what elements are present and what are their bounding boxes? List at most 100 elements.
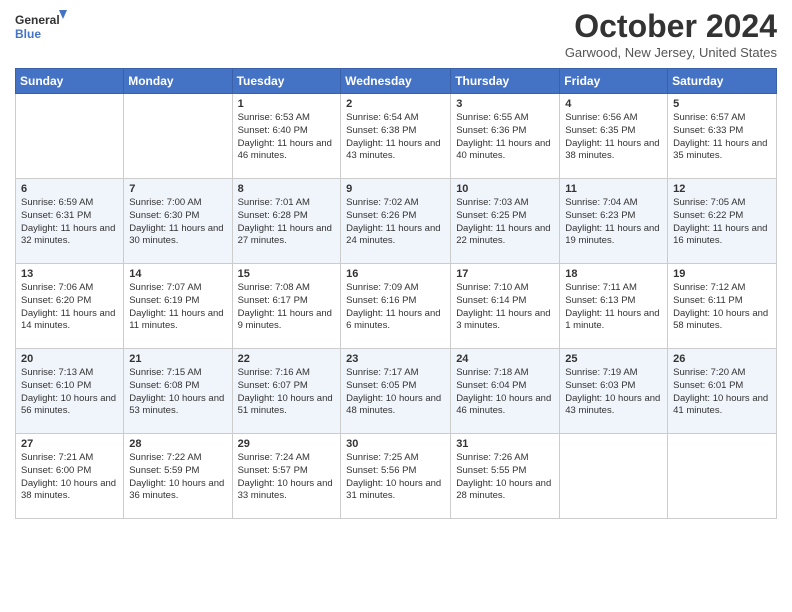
calendar-cell: 11Sunrise: 7:04 AMSunset: 6:23 PMDayligh… (560, 179, 668, 264)
day-number: 8 (238, 183, 336, 195)
day-number: 14 (129, 268, 226, 280)
calendar-cell: 9Sunrise: 7:02 AMSunset: 6:26 PMDaylight… (341, 179, 451, 264)
day-info: Sunrise: 7:15 AMSunset: 6:08 PMDaylight:… (129, 367, 226, 418)
calendar-cell: 19 Sunrise: 7:12 AMSunset: 6:11 PMDayligh… (668, 264, 777, 349)
calendar-cell: 17Sunrise: 7:10 AMSunset: 6:14 PMDayligh… (451, 264, 560, 349)
day-info: Sunrise: 7:20 AMSunset: 6:01 PMDaylight:… (673, 367, 771, 418)
calendar-cell: 8 Sunrise: 7:01 AMSunset: 6:28 PMDaylight… (232, 179, 341, 264)
day-info: Sunrise: 7:06 AMSunset: 6:20 PMDaylight:… (21, 282, 118, 333)
calendar-cell (16, 94, 124, 179)
day-number: 1 (238, 98, 336, 110)
calendar-cell: 31 Sunrise: 7:26 AMSunset: 5:55 PMDayligh… (451, 434, 560, 519)
calendar-cell: 2Sunrise: 6:54 AMSunset: 6:38 PMDaylight… (341, 94, 451, 179)
calendar-cell (560, 434, 668, 519)
day-info: Sunrise: 6:53 AMSunset: 6:40 PMDaylight:… (238, 112, 336, 163)
day-number: 6 (21, 183, 118, 195)
col-thursday: Thursday (451, 69, 560, 94)
col-tuesday: Tuesday (232, 69, 341, 94)
day-info: Sunrise: 7:03 AMSunset: 6:25 PMDaylight:… (456, 197, 554, 248)
day-info: Sunrise: 6:55 AMSunset: 6:36 PMDaylight:… (456, 112, 554, 163)
day-info: Sunrise: 6:57 AMSunset: 6:33 PMDaylight:… (673, 112, 771, 163)
day-number: 3 (456, 98, 554, 110)
calendar-cell: 15 Sunrise: 7:08 AMSunset: 6:17 PMDayligh… (232, 264, 341, 349)
col-friday: Friday (560, 69, 668, 94)
calendar-cell: 14 Sunrise: 7:07 AMSunset: 6:19 PMDayligh… (124, 264, 232, 349)
day-number: 10 (456, 183, 554, 195)
day-number: 18 (565, 268, 662, 280)
day-info: Sunrise: 7:26 AMSunset: 5:55 PMDaylight:… (456, 452, 554, 503)
col-wednesday: Wednesday (341, 69, 451, 94)
calendar-cell: 25 Sunrise: 7:19 AMSunset: 6:03 PMDayligh… (560, 349, 668, 434)
calendar-cell: 7Sunrise: 7:00 AMSunset: 6:30 PMDaylight… (124, 179, 232, 264)
calendar-cell: 1 Sunrise: 6:53 AMSunset: 6:40 PMDaylight… (232, 94, 341, 179)
day-number: 17 (456, 268, 554, 280)
day-number: 16 (346, 268, 445, 280)
day-number: 9 (346, 183, 445, 195)
day-number: 4 (565, 98, 662, 110)
calendar-cell: 22 Sunrise: 7:16 AMSunset: 6:07 PMDayligh… (232, 349, 341, 434)
calendar-cell: 21 Sunrise: 7:15 AMSunset: 6:08 PMDayligh… (124, 349, 232, 434)
calendar-week-row: 27 Sunrise: 7:21 AMSunset: 6:00 PMDayligh… (16, 434, 777, 519)
day-number: 7 (129, 183, 226, 195)
calendar-cell: 6 Sunrise: 6:59 AMSunset: 6:31 PMDaylight… (16, 179, 124, 264)
calendar-cell: 12Sunrise: 7:05 AMSunset: 6:22 PMDayligh… (668, 179, 777, 264)
calendar-cell: 20Sunrise: 7:13 AMSunset: 6:10 PMDayligh… (16, 349, 124, 434)
header-row: Sunday Monday Tuesday Wednesday Thursday… (16, 69, 777, 94)
day-info: Sunrise: 7:09 AMSunset: 6:16 PMDaylight:… (346, 282, 445, 333)
day-number: 27 (21, 438, 118, 450)
calendar-cell: 13Sunrise: 7:06 AMSunset: 6:20 PMDayligh… (16, 264, 124, 349)
day-number: 30 (346, 438, 445, 450)
calendar-week-row: 1 Sunrise: 6:53 AMSunset: 6:40 PMDaylight… (16, 94, 777, 179)
calendar-cell: 28Sunrise: 7:22 AMSunset: 5:59 PMDayligh… (124, 434, 232, 519)
day-info: Sunrise: 6:59 AMSunset: 6:31 PMDaylight:… (21, 197, 118, 248)
month-title: October 2024 (565, 10, 777, 42)
calendar-cell: 23Sunrise: 7:17 AMSunset: 6:05 PMDayligh… (341, 349, 451, 434)
day-info: Sunrise: 7:12 AMSunset: 6:11 PMDaylight:… (673, 282, 771, 333)
day-info: Sunrise: 7:24 AMSunset: 5:57 PMDaylight:… (238, 452, 336, 503)
col-saturday: Saturday (668, 69, 777, 94)
calendar-cell: 26 Sunrise: 7:20 AMSunset: 6:01 PMDayligh… (668, 349, 777, 434)
day-number: 15 (238, 268, 336, 280)
col-monday: Monday (124, 69, 232, 94)
day-info: Sunrise: 7:01 AMSunset: 6:28 PMDaylight:… (238, 197, 336, 248)
logo: General Blue (15, 10, 67, 46)
day-number: 28 (129, 438, 226, 450)
header: General Blue October 2024 Garwood, New J… (15, 10, 777, 60)
day-info: Sunrise: 7:21 AMSunset: 6:00 PMDaylight:… (21, 452, 118, 503)
day-number: 31 (456, 438, 554, 450)
day-info: Sunrise: 7:25 AMSunset: 5:56 PMDaylight:… (346, 452, 445, 503)
day-info: Sunrise: 7:18 AMSunset: 6:04 PMDaylight:… (456, 367, 554, 418)
day-number: 22 (238, 353, 336, 365)
day-number: 19 (673, 268, 771, 280)
calendar-cell: 3 Sunrise: 6:55 AMSunset: 6:36 PMDaylight… (451, 94, 560, 179)
calendar-cell: 4 Sunrise: 6:56 AMSunset: 6:35 PMDaylight… (560, 94, 668, 179)
svg-text:Blue: Blue (15, 27, 41, 41)
day-info: Sunrise: 7:19 AMSunset: 6:03 PMDaylight:… (565, 367, 662, 418)
day-number: 26 (673, 353, 771, 365)
calendar-cell: 5Sunrise: 6:57 AMSunset: 6:33 PMDaylight… (668, 94, 777, 179)
calendar-cell (668, 434, 777, 519)
logo-svg: General Blue (15, 10, 67, 46)
day-info: Sunrise: 7:16 AMSunset: 6:07 PMDaylight:… (238, 367, 336, 418)
calendar-cell: 29 Sunrise: 7:24 AMSunset: 5:57 PMDayligh… (232, 434, 341, 519)
calendar-week-row: 20Sunrise: 7:13 AMSunset: 6:10 PMDayligh… (16, 349, 777, 434)
calendar-cell: 10 Sunrise: 7:03 AMSunset: 6:25 PMDayligh… (451, 179, 560, 264)
calendar-cell: 16 Sunrise: 7:09 AMSunset: 6:16 PMDayligh… (341, 264, 451, 349)
calendar-week-row: 6 Sunrise: 6:59 AMSunset: 6:31 PMDaylight… (16, 179, 777, 264)
day-info: Sunrise: 7:08 AMSunset: 6:17 PMDaylight:… (238, 282, 336, 333)
day-info: Sunrise: 6:56 AMSunset: 6:35 PMDaylight:… (565, 112, 662, 163)
calendar-cell: 18 Sunrise: 7:11 AMSunset: 6:13 PMDayligh… (560, 264, 668, 349)
day-info: Sunrise: 7:11 AMSunset: 6:13 PMDaylight:… (565, 282, 662, 333)
calendar-cell: 30 Sunrise: 7:25 AMSunset: 5:56 PMDayligh… (341, 434, 451, 519)
day-number: 25 (565, 353, 662, 365)
day-number: 24 (456, 353, 554, 365)
title-block: October 2024 Garwood, New Jersey, United… (565, 10, 777, 60)
page: General Blue October 2024 Garwood, New J… (0, 0, 792, 612)
day-info: Sunrise: 7:07 AMSunset: 6:19 PMDaylight:… (129, 282, 226, 333)
day-info: Sunrise: 7:13 AMSunset: 6:10 PMDaylight:… (21, 367, 118, 418)
day-info: Sunrise: 7:04 AMSunset: 6:23 PMDaylight:… (565, 197, 662, 248)
day-number: 21 (129, 353, 226, 365)
day-number: 29 (238, 438, 336, 450)
col-sunday: Sunday (16, 69, 124, 94)
calendar-week-row: 13Sunrise: 7:06 AMSunset: 6:20 PMDayligh… (16, 264, 777, 349)
